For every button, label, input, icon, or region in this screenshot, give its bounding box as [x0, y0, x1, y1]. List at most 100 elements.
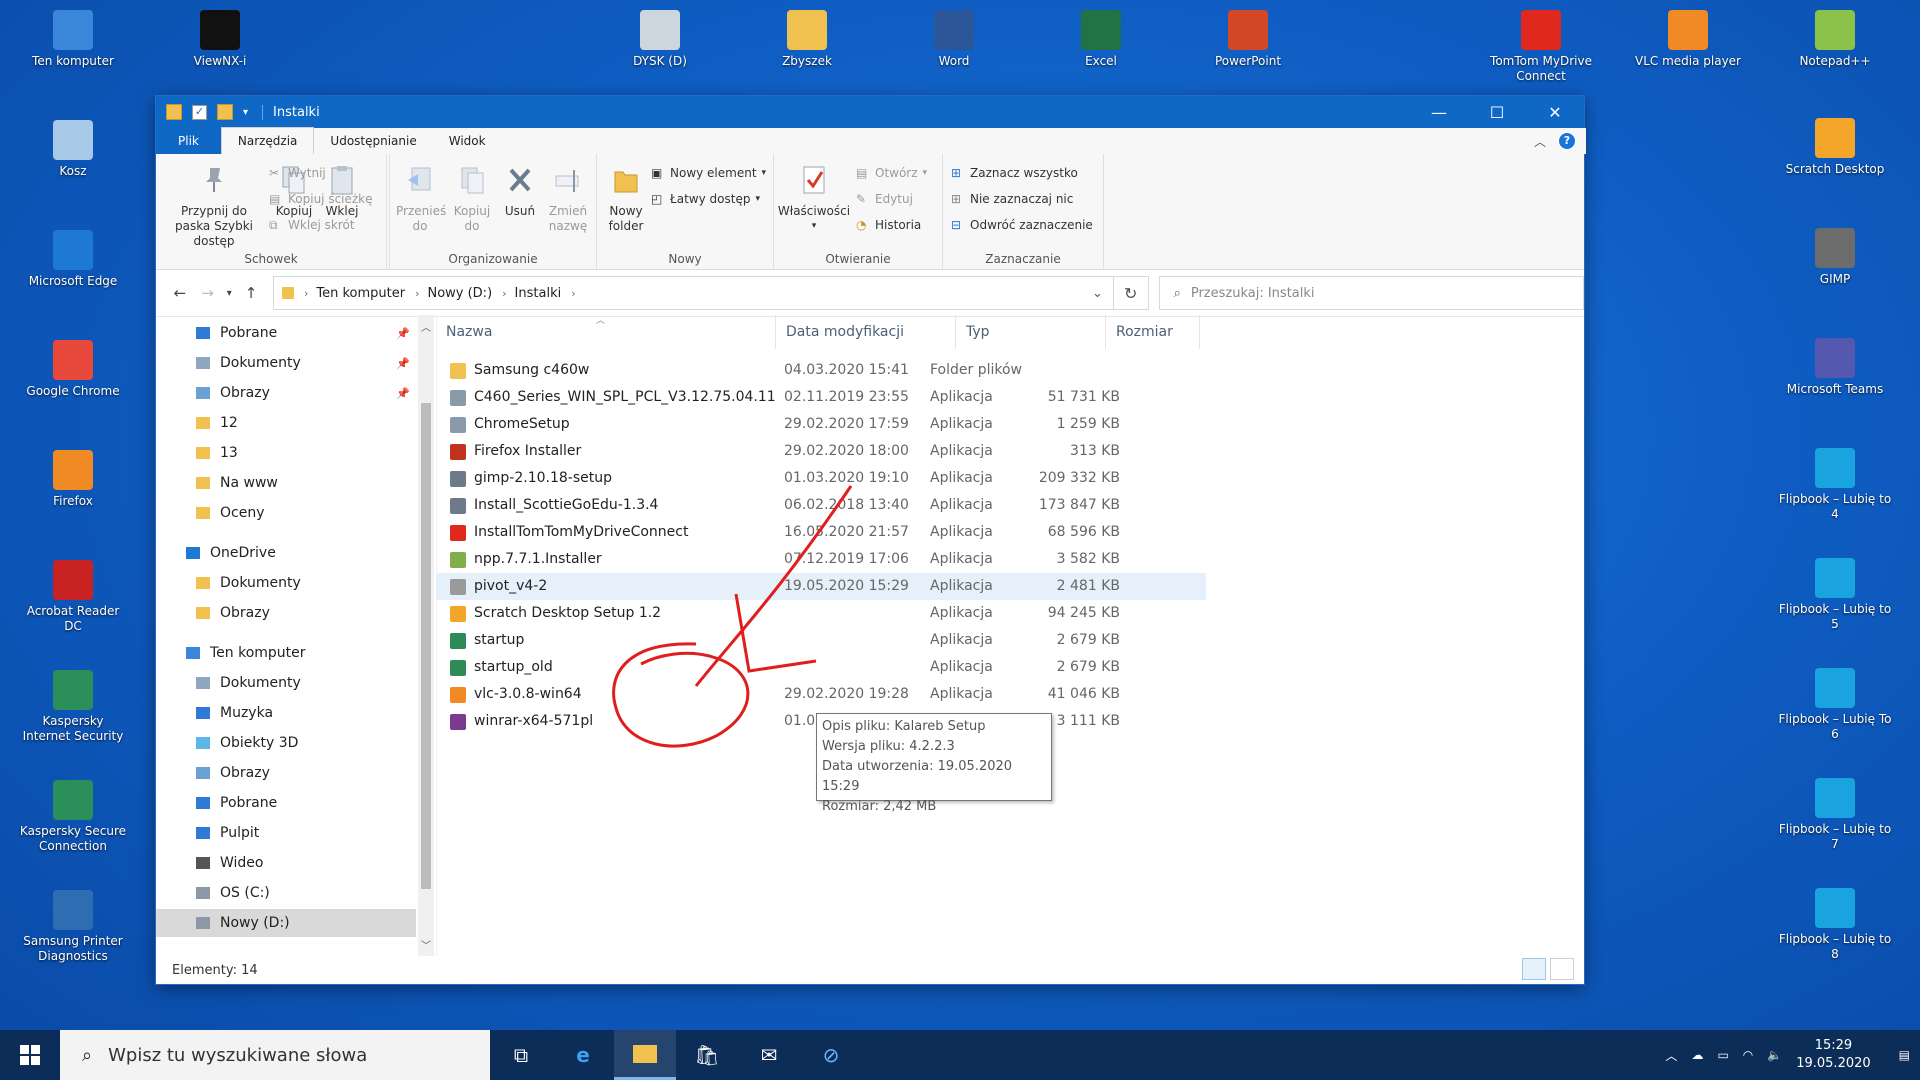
- store-taskbar-icon[interactable]: 🛍: [676, 1030, 738, 1080]
- nav-item[interactable]: Pobrane: [156, 789, 416, 817]
- scroll-up-icon[interactable]: ︿: [421, 319, 431, 334]
- cut-button[interactable]: ✂ Wytnij: [269, 166, 326, 180]
- wifi-icon[interactable]: ◠: [1743, 1048, 1753, 1062]
- qa-dropdown-icon[interactable]: ▾: [243, 107, 248, 118]
- nav-item[interactable]: 12: [156, 409, 416, 437]
- rename-button[interactable]: Zmień nazwę: [544, 164, 592, 234]
- delete-button[interactable]: Usuń: [500, 164, 540, 219]
- select-none-button[interactable]: ⊞ Nie zaznaczaj nic: [951, 192, 1073, 206]
- volume-icon[interactable]: 🔈: [1767, 1048, 1782, 1062]
- pin-quick-access-button[interactable]: Przypnij do paska Szybki dostęp: [162, 164, 266, 249]
- tab-narzedzia-glowne[interactable]: Narzędzia główne: [220, 127, 315, 174]
- file-row[interactable]: gimp-2.10.18-setup 01.03.2020 19:10 Aplika…: [436, 465, 1206, 492]
- desktop-icon-left-2[interactable]: Microsoft Edge: [18, 230, 128, 289]
- nav-item[interactable]: Obrazy: [156, 599, 416, 627]
- desktop-icon-right-6[interactable]: Flipbook – Lubię to 7: [1775, 778, 1895, 852]
- notifications-icon[interactable]: ▤: [1899, 1048, 1910, 1062]
- tab-plik[interactable]: Plik: [156, 128, 221, 154]
- nav-item[interactable]: Dokumenty: [156, 569, 416, 597]
- new-folder-button[interactable]: Nowy folder: [603, 164, 649, 234]
- nav-item[interactable]: Nowy (D:): [156, 909, 416, 937]
- nav-item[interactable]: 13: [156, 439, 416, 467]
- file-row[interactable]: Install_ScottieGoEdu-1.3.4 06.02.2018 13:…: [436, 492, 1206, 519]
- clock[interactable]: 15:29 19.05.2020: [1796, 1037, 1870, 1073]
- nav-scrollbar[interactable]: ︿ ﹀: [418, 315, 434, 956]
- battery-icon[interactable]: ▭: [1717, 1048, 1728, 1062]
- nav-item[interactable]: Obrazy 📌: [156, 379, 416, 407]
- desktop-icon-top-8[interactable]: Notepad++: [1780, 10, 1890, 69]
- edge-taskbar-icon[interactable]: e: [552, 1030, 614, 1080]
- history-button[interactable]: ◔ Historia: [856, 218, 921, 232]
- tab-widok[interactable]: Widok: [432, 128, 1586, 154]
- search-box[interactable]: ⌕ Przeszukaj: Instalki: [1158, 276, 1585, 310]
- forward-button[interactable]: →: [194, 284, 222, 302]
- desktop-icon-top-4[interactable]: Excel: [1046, 10, 1156, 69]
- address-bar[interactable]: › Ten komputer › Nowy (D:) › Instalki › …: [272, 276, 1114, 310]
- column-header-name[interactable]: Nazwa: [436, 315, 776, 349]
- column-header-size[interactable]: Rozmiar: [1106, 315, 1200, 349]
- new-folder-qa-icon[interactable]: [217, 104, 233, 120]
- easy-access-button[interactable]: ◰ Łatwy dostęp ▾: [651, 192, 760, 206]
- file-row[interactable]: startup Aplikacja 2 679 KB: [436, 627, 1206, 654]
- recent-locations-button[interactable]: ▾: [221, 288, 237, 299]
- address-history-dropdown[interactable]: ⌄: [1092, 286, 1103, 301]
- properties-qa-icon[interactable]: ✓: [192, 104, 207, 120]
- refresh-button[interactable]: ↻: [1113, 276, 1149, 310]
- show-hidden-icons-icon[interactable]: ︿: [1665, 1047, 1677, 1064]
- file-row[interactable]: startup_old Aplikacja 2 679 KB: [436, 654, 1206, 681]
- select-all-button[interactable]: ⊞ Zaznacz wszystko: [951, 166, 1078, 180]
- column-header-date[interactable]: Data modyfikacji: [776, 315, 956, 349]
- nav-item[interactable]: Oceny: [156, 499, 416, 527]
- nav-item[interactable]: Pobrane 📌: [156, 319, 416, 347]
- mail-taskbar-icon[interactable]: ✉: [738, 1030, 800, 1080]
- file-row[interactable]: Samsung c460w 04.03.2020 15:41 Folder plik…: [436, 357, 1206, 384]
- breadcrumb-instalki[interactable]: Instalki: [515, 286, 562, 301]
- nav-item[interactable]: Wideo: [156, 849, 416, 877]
- paste-shortcut-button[interactable]: ⧉ Wklej skrót: [269, 218, 355, 232]
- move-to-button[interactable]: Przenieś do: [396, 164, 446, 234]
- nav-item[interactable]: Obrazy: [156, 759, 416, 787]
- file-row[interactable]: InstallTomTomMyDriveConnect 16.05.2020 21…: [436, 519, 1206, 546]
- desktop-icon-left-4[interactable]: Firefox: [18, 450, 128, 509]
- desktop-icon-top-6[interactable]: TomTom MyDrive Connect: [1486, 10, 1596, 84]
- help-icon[interactable]: ?: [1558, 132, 1576, 150]
- desktop-icon-right-5[interactable]: Flipbook – Lubię To 6: [1775, 668, 1895, 742]
- desktop-icon-top-1[interactable]: DYSK (D): [605, 10, 715, 69]
- desktop-icon-right-4[interactable]: Flipbook – Lubię to 5: [1775, 558, 1895, 632]
- close-button[interactable]: ✕: [1526, 96, 1584, 128]
- minimize-button[interactable]: —: [1410, 96, 1468, 128]
- desktop-icon-right-7[interactable]: Flipbook – Lubię to 8: [1775, 888, 1895, 962]
- nav-item[interactable]: Muzyka: [156, 699, 416, 727]
- desktop-icon-left-0[interactable]: Ten komputer: [18, 10, 128, 69]
- desktop-icon-right-0[interactable]: Scratch Desktop: [1775, 118, 1895, 177]
- breadcrumb-nowy-d[interactable]: Nowy (D:): [427, 286, 492, 301]
- file-explorer-taskbar-icon[interactable]: [614, 1030, 676, 1080]
- task-view-icon[interactable]: ⧉: [490, 1030, 552, 1080]
- desktop-icon-left-7[interactable]: Kaspersky Secure Connection: [18, 780, 128, 854]
- desktop-icon-top-7[interactable]: VLC media player: [1633, 10, 1743, 69]
- file-row[interactable]: pivot_v4-2 19.05.2020 15:29 Aplikacja 2 481…: [436, 573, 1206, 600]
- desktop-icon-left-3[interactable]: Google Chrome: [18, 340, 128, 399]
- file-row[interactable]: vlc-3.0.8-win64 29.02.2020 19:28 Aplikacja…: [436, 681, 1206, 708]
- scroll-down-icon[interactable]: ﹀: [421, 937, 431, 952]
- taskbar-search[interactable]: ⌕ Wpisz tu wyszukiwane słowa: [60, 1030, 490, 1080]
- nav-item[interactable]: Dokumenty: [156, 669, 416, 697]
- large-icons-view-icon[interactable]: [1550, 958, 1574, 980]
- onedrive-icon[interactable]: ☁: [1691, 1048, 1703, 1062]
- details-view-icon[interactable]: [1522, 958, 1546, 980]
- edit-button[interactable]: ✎ Edytuj: [856, 192, 913, 206]
- desktop-icon-right-1[interactable]: GIMP: [1775, 228, 1895, 287]
- desktop-icon-left-8[interactable]: Samsung Printer Diagnostics: [18, 890, 128, 964]
- file-row[interactable]: Scratch Desktop Setup 1.2 Aplikacja 94 245…: [436, 600, 1206, 627]
- tab-udostepnianie[interactable]: Udostępnianie: [314, 128, 433, 154]
- breadcrumb-ten-komputer[interactable]: Ten komputer: [316, 286, 405, 301]
- properties-button[interactable]: Właściwości ▾: [776, 164, 852, 234]
- desktop-icon-left-5[interactable]: Acrobat Reader DC: [18, 560, 128, 634]
- nav-item[interactable]: Dokumenty 📌: [156, 349, 416, 377]
- invert-selection-button[interactable]: ⊟ Odwróć zaznaczenie: [951, 218, 1093, 232]
- nav-item[interactable]: OS (C:): [156, 879, 416, 907]
- file-row[interactable]: Firefox Installer 29.02.2020 18:00 Aplikac…: [436, 438, 1206, 465]
- desktop-icon-left-1[interactable]: Kosz: [18, 120, 128, 179]
- scroll-thumb[interactable]: [421, 403, 431, 889]
- copy-to-button[interactable]: Kopiuj do: [448, 164, 496, 234]
